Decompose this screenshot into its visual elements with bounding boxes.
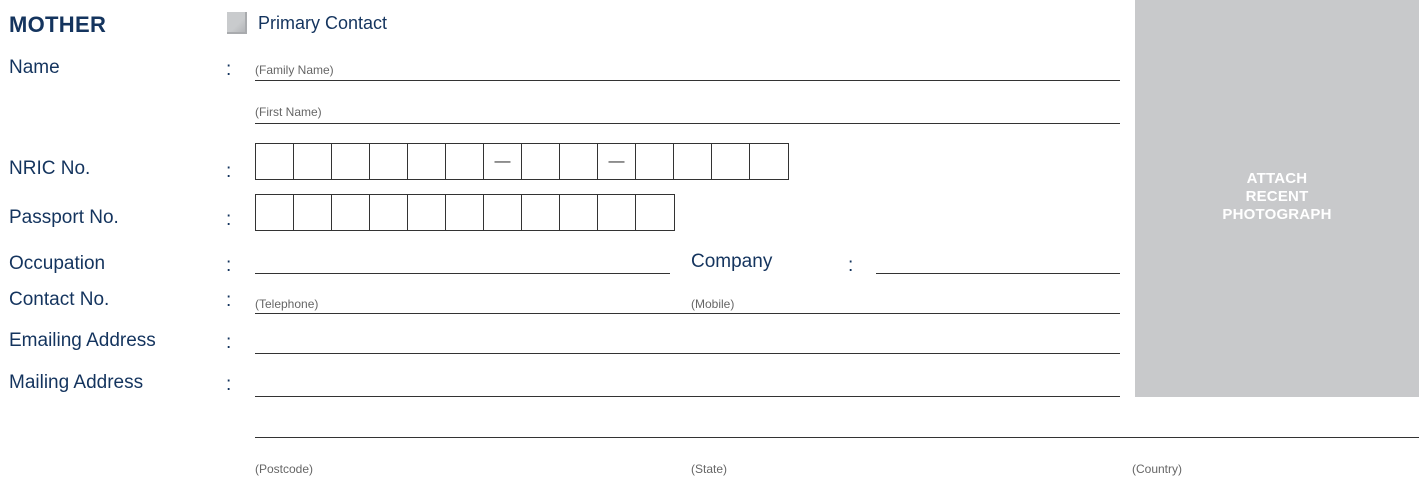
nric-box[interactable] bbox=[560, 144, 598, 179]
email-label: Emailing Address bbox=[9, 330, 156, 351]
passport-box[interactable] bbox=[636, 195, 674, 230]
mobile-hint: (Mobile) bbox=[691, 297, 735, 311]
email-colon: : bbox=[226, 332, 232, 353]
nric-box[interactable] bbox=[712, 144, 750, 179]
passport-box[interactable] bbox=[484, 195, 522, 230]
passport-box[interactable] bbox=[256, 195, 294, 230]
photo-text-line-2: RECENT bbox=[1245, 188, 1309, 205]
passport-box[interactable] bbox=[598, 195, 636, 230]
occupation-label: Occupation bbox=[9, 253, 106, 274]
nric-box[interactable] bbox=[370, 144, 408, 179]
mailing-address-line-2[interactable] bbox=[255, 437, 1419, 438]
photo-placeholder[interactable]: ATTACH RECENT PHOTOGRAPH bbox=[1135, 0, 1419, 397]
passport-boxes bbox=[255, 194, 675, 231]
nric-box[interactable] bbox=[294, 144, 332, 179]
first-name-field[interactable] bbox=[255, 123, 1120, 124]
photo-text-line-1: ATTACH bbox=[1246, 170, 1308, 187]
occupation-field[interactable] bbox=[255, 273, 670, 274]
passport-box[interactable] bbox=[446, 195, 484, 230]
passport-colon: : bbox=[226, 209, 232, 230]
occupation-colon: : bbox=[226, 255, 232, 276]
country-hint: (Country) bbox=[1132, 462, 1183, 476]
name-colon: : bbox=[226, 59, 232, 80]
nric-label: NRIC No. bbox=[9, 158, 91, 179]
passport-box[interactable] bbox=[408, 195, 446, 230]
company-label: Company bbox=[691, 251, 773, 272]
email-field[interactable] bbox=[255, 353, 1120, 354]
mailing-label: Mailing Address bbox=[9, 372, 144, 393]
passport-box[interactable] bbox=[560, 195, 598, 230]
nric-box[interactable] bbox=[256, 144, 294, 179]
nric-box[interactable] bbox=[408, 144, 446, 179]
contact-colon: : bbox=[226, 290, 232, 311]
nric-box[interactable] bbox=[522, 144, 560, 179]
nric-colon: : bbox=[226, 161, 232, 182]
company-colon: : bbox=[848, 255, 854, 276]
photo-text-line-3: PHOTOGRAPH bbox=[1222, 206, 1332, 223]
contact-field[interactable] bbox=[255, 313, 1120, 314]
section-title: MOTHER bbox=[9, 12, 107, 37]
family-name-hint: (Family Name) bbox=[255, 63, 334, 77]
postcode-hint: (Postcode) bbox=[255, 462, 314, 476]
nric-box[interactable] bbox=[636, 144, 674, 179]
passport-label: Passport No. bbox=[9, 207, 119, 228]
primary-contact-checkbox[interactable] bbox=[227, 12, 247, 34]
primary-contact-label: Primary Contact bbox=[258, 13, 388, 33]
state-hint: (State) bbox=[691, 462, 728, 476]
nric-separator: — bbox=[484, 144, 522, 179]
company-field[interactable] bbox=[876, 273, 1120, 274]
passport-box[interactable] bbox=[370, 195, 408, 230]
nric-box[interactable] bbox=[674, 144, 712, 179]
mailing-address-line-1[interactable] bbox=[255, 396, 1120, 397]
photo-instructions: ATTACH RECENT PHOTOGRAPH bbox=[1135, 170, 1419, 224]
nric-separator: — bbox=[598, 144, 636, 179]
nric-boxes: — — bbox=[255, 143, 789, 180]
nric-box[interactable] bbox=[332, 144, 370, 179]
telephone-hint: (Telephone) bbox=[255, 297, 319, 311]
nric-box[interactable] bbox=[446, 144, 484, 179]
passport-box[interactable] bbox=[294, 195, 332, 230]
family-name-field[interactable] bbox=[255, 80, 1120, 81]
first-name-hint: (First Name) bbox=[255, 105, 322, 119]
passport-box[interactable] bbox=[522, 195, 560, 230]
contact-label: Contact No. bbox=[9, 289, 110, 310]
name-label: Name bbox=[9, 57, 60, 78]
mailing-colon: : bbox=[226, 374, 232, 395]
nric-box[interactable] bbox=[750, 144, 788, 179]
passport-box[interactable] bbox=[332, 195, 370, 230]
